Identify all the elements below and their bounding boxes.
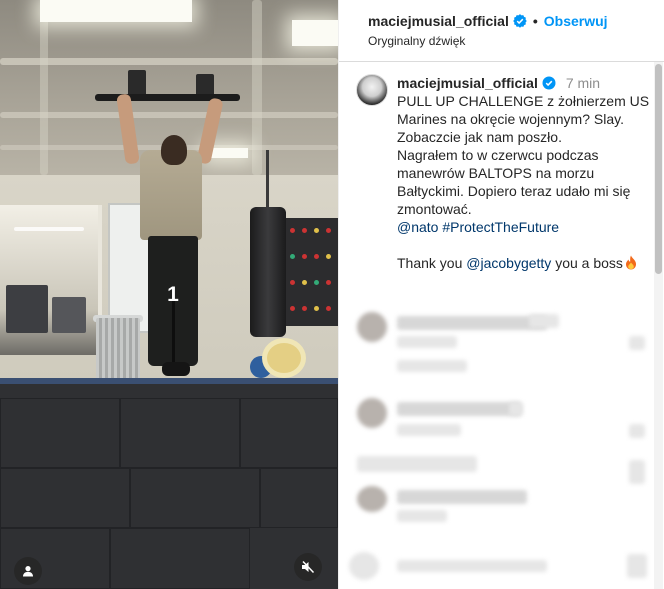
comment-avatar-blurred bbox=[357, 398, 387, 428]
tagged-users-button[interactable] bbox=[14, 557, 42, 585]
comment-text-blurred bbox=[397, 402, 521, 416]
thanks-prefix: Thank you bbox=[397, 255, 467, 271]
caption-avatar[interactable] bbox=[356, 74, 388, 106]
mention-jacobygetty[interactable]: @jacobygetty bbox=[466, 255, 551, 271]
comment-avatar-blurred bbox=[357, 486, 387, 512]
caption-tags-line: @nato #ProtectTheFuture bbox=[397, 218, 659, 236]
muted-speaker-icon bbox=[302, 560, 315, 574]
scrollbar-thumb[interactable] bbox=[655, 64, 662, 274]
hashtag-protectthefuture[interactable]: #ProtectTheFuture bbox=[442, 219, 559, 235]
comment-text-blurred bbox=[397, 336, 457, 348]
header-separator: • bbox=[532, 13, 538, 29]
comment-text-blurred bbox=[509, 402, 523, 416]
action-bar-blurred bbox=[397, 560, 547, 572]
caption-body: maciejmusial_official 7 min PULL UP CHAL… bbox=[397, 74, 659, 272]
rep-counter-overlay: 1 bbox=[167, 283, 179, 306]
comment-text-blurred bbox=[357, 456, 477, 472]
follow-button[interactable]: Obserwuj bbox=[544, 13, 608, 29]
comment-meta-blurred bbox=[397, 510, 447, 522]
caption-text-1: PULL UP CHALLENGE z żołnierzem US Marine… bbox=[397, 93, 650, 145]
caption-username[interactable]: maciejmusial_official bbox=[397, 74, 538, 92]
post-details-panel: maciejmusial_official • Obserwuj Orygina… bbox=[338, 0, 664, 589]
action-bar-blurred bbox=[627, 554, 647, 578]
caption-thanks-line: Thank you @jacobygetty you a boss bbox=[397, 254, 659, 272]
comment-text-blurred bbox=[397, 490, 527, 504]
caption-text-2: Nagrałem to w czerwcu podczas manewrów B… bbox=[397, 147, 631, 217]
action-bar-blurred bbox=[349, 552, 379, 580]
comment-avatar-blurred bbox=[357, 312, 387, 342]
verified-badge-icon bbox=[542, 76, 556, 90]
header-username[interactable]: maciejmusial_official bbox=[368, 13, 509, 29]
reel-video[interactable]: 1 bbox=[0, 0, 338, 589]
comment-like-blurred bbox=[629, 424, 645, 438]
comment-text-blurred bbox=[529, 314, 559, 328]
post-header: maciejmusial_official • Obserwuj Orygina… bbox=[339, 0, 664, 62]
caption-timestamp[interactable]: 7 min bbox=[566, 74, 600, 92]
comment-like-blurred bbox=[629, 460, 645, 484]
original-audio-link[interactable]: Oryginalny dźwięk bbox=[368, 34, 465, 48]
comment-meta-blurred bbox=[397, 424, 461, 436]
comment-meta-blurred bbox=[397, 360, 467, 372]
thanks-suffix: you a boss bbox=[551, 255, 623, 271]
header-user-row: maciejmusial_official • Obserwuj bbox=[368, 13, 608, 29]
person-icon bbox=[23, 566, 33, 577]
mention-nato[interactable]: @nato bbox=[397, 219, 438, 235]
fire-emoji-icon bbox=[625, 255, 637, 270]
verified-badge-icon bbox=[513, 14, 527, 28]
mute-button[interactable] bbox=[294, 553, 322, 581]
comment-text-blurred bbox=[397, 316, 547, 330]
comment-like-blurred bbox=[629, 336, 645, 350]
caption-header: maciejmusial_official 7 min bbox=[397, 74, 659, 92]
comments-list-blurred bbox=[339, 300, 664, 589]
